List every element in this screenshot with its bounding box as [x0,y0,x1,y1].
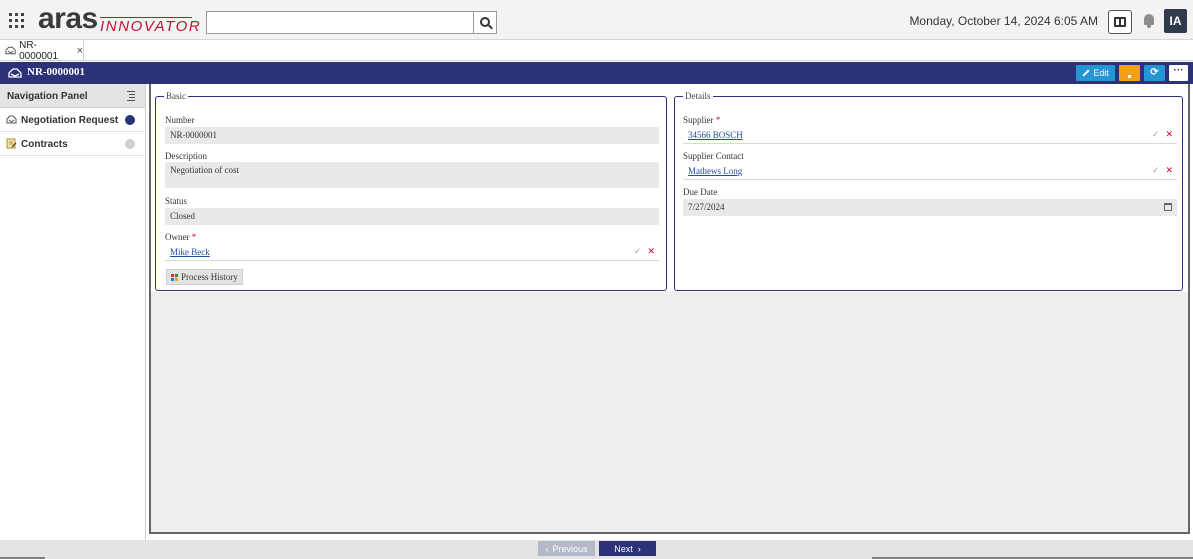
supplier-contact-label: Supplier Contact [683,151,744,161]
number-value: NR-0000001 [170,130,217,140]
owner-field[interactable]: Mike Beck ✓ ✕ [165,244,659,261]
supplier-contact-field-actions: ✓ ✕ [1152,165,1173,176]
navigation-panel: Navigation Panel Negotiation Request Con… [0,84,146,540]
supplier-link[interactable]: 34566 BOSCH [688,130,743,140]
search-button[interactable] [473,11,497,34]
description-field: Negotiation of cost [165,162,659,188]
flag-icon [1128,75,1131,78]
tab-close-icon[interactable]: × [77,45,83,57]
owner-label: Owner * [165,232,197,242]
number-field: NR-0000001 [165,127,659,144]
nav-item-contracts[interactable]: Contracts [0,132,145,156]
form-content: Basic Number NR-0000001 Description Nego… [149,84,1190,534]
bottom-navigation-bar: ‹ Previous Next › [0,540,1193,559]
edit-button[interactable]: Edit [1076,65,1115,81]
details-group: Details Supplier * 34566 BOSCH ✓ ✕ Suppli… [674,91,1183,291]
status-value: Closed [170,211,196,221]
supplier-contact-field[interactable]: Mathews Long ✓ ✕ [683,163,1177,180]
navigation-panel-header: Navigation Panel [0,84,145,108]
refresh-icon: ⟳ [1150,67,1159,78]
details-group-legend: Details [685,91,711,101]
notifications-bell-icon[interactable] [1142,13,1156,29]
status-label: Status [165,196,188,206]
nav-item-label: Negotiation Request [21,115,119,126]
negotiation-icon [8,68,22,78]
more-actions-button[interactable]: ··· [1169,65,1188,81]
status-dot [125,139,135,149]
logo-wordmark: aras [38,2,98,35]
document-tab-strip: NR-0000001 × [0,39,1193,62]
clear-x-icon[interactable]: ✕ [1165,129,1173,139]
confirm-check-icon[interactable]: ✓ [1152,129,1160,139]
basic-group-legend: Basic [166,91,186,101]
supplier-contact-link[interactable]: Mathews Long [688,166,742,176]
confirm-check-icon[interactable]: ✓ [634,246,642,256]
next-button[interactable]: Next › [599,541,656,556]
item-title-bar: NR-0000001 Edit ⟳ ··· [0,62,1193,84]
description-label: Description [165,151,207,161]
clear-x-icon[interactable]: ✕ [647,246,655,256]
supplier-label: Supplier * [683,115,721,125]
supplier-field[interactable]: 34566 BOSCH ✓ ✕ [683,127,1177,144]
next-button-label: Next [614,543,633,554]
collapse-panel-icon[interactable] [125,90,136,101]
status-field: Closed [165,208,659,225]
tab-label: NR-0000001 [19,39,59,62]
contracts-icon [6,138,17,149]
confirm-check-icon[interactable]: ✓ [1152,165,1160,175]
number-label: Number [165,115,195,125]
split-view-button[interactable] [1108,10,1132,34]
ellipsis-icon: ··· [1173,65,1184,76]
navigation-panel-title: Navigation Panel [7,91,88,102]
previous-button[interactable]: ‹ Previous [538,541,595,556]
due-date-value: 7/27/2024 [688,202,725,212]
claim-button[interactable] [1119,65,1140,81]
status-dot [125,115,135,125]
due-date-field[interactable]: 7/27/2024 [683,199,1177,216]
current-datetime: Monday, October 14, 2024 6:05 AM [909,14,1098,28]
logo-subtitle: INNOVATOR [100,18,202,35]
process-history-button[interactable]: Process History [166,269,243,285]
owner-field-actions: ✓ ✕ [634,246,655,257]
owner-link[interactable]: Mike Beck [170,247,210,257]
chevron-right-icon: › [637,543,641,554]
negotiation-icon [6,115,17,124]
nav-item-label: Contracts [21,139,68,150]
pencil-icon [1082,69,1090,77]
description-value: Negotiation of cost [170,165,239,175]
negotiation-icon [5,46,16,55]
previous-button-label: Previous [552,543,588,554]
chevron-left-icon: ‹ [545,543,549,554]
edit-button-label: Edit [1093,68,1109,78]
app-grid-icon[interactable] [9,13,24,28]
calendar-icon[interactable] [1164,203,1172,211]
form-empty-area [151,292,1188,532]
refresh-button[interactable]: ⟳ [1144,65,1165,81]
item-title: NR-0000001 [27,66,86,78]
tab-nr-0000001[interactable]: NR-0000001 × [0,39,84,62]
process-history-label: Process History [181,272,238,282]
basic-group: Basic Number NR-0000001 Description Nego… [155,91,667,291]
process-history-icon [171,273,178,281]
split-view-icon [1114,17,1126,27]
user-avatar[interactable]: IA [1164,9,1187,33]
search-input[interactable] [206,11,474,34]
supplier-field-actions: ✓ ✕ [1152,129,1173,140]
clear-x-icon[interactable]: ✕ [1165,165,1173,175]
nav-item-negotiation-request[interactable]: Negotiation Request [0,108,145,132]
due-date-label: Due Date [683,187,718,197]
top-header: aras INNOVATOR Monday, October 14, 2024 … [0,0,1193,40]
